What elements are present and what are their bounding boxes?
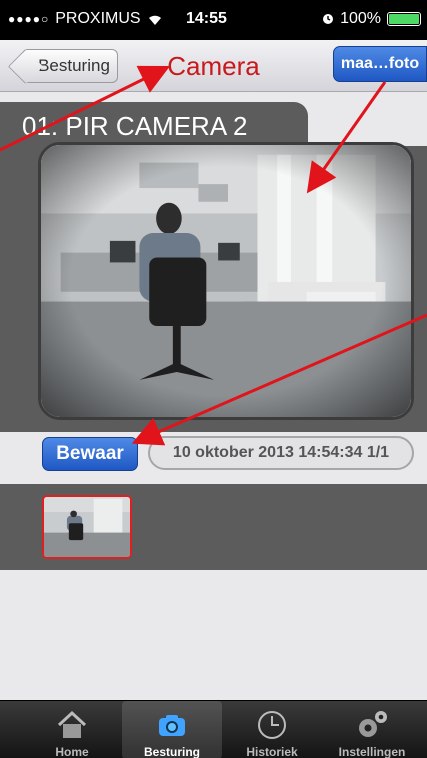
thumbnail-image — [44, 497, 130, 557]
carrier-name: PROXIMUS — [55, 10, 141, 27]
camera-image[interactable] — [38, 142, 414, 420]
take-photo-button[interactable]: maa…foto — [333, 46, 427, 82]
status-bar: ●●●●○ PROXIMUS 14:55 100% — [0, 0, 427, 40]
home-icon — [57, 710, 87, 738]
signal-icon: ●●●●○ — [8, 12, 50, 26]
tab-besturing[interactable]: Besturing — [122, 701, 222, 758]
navigation-bar: Besturing Camera maa…foto — [0, 40, 427, 92]
tab-label: Home — [55, 745, 89, 758]
battery-icon — [387, 12, 421, 26]
status-time: 14:55 — [186, 10, 227, 27]
tab-label: Instellingen — [338, 745, 406, 758]
tab-label: Historiek — [246, 745, 298, 758]
image-timestamp: 10 oktober 2013 14:54:34 1/1 — [148, 436, 414, 470]
image-thumbnail[interactable] — [42, 495, 132, 559]
tab-historiek[interactable]: Historiek — [222, 701, 322, 758]
tab-bar: Home Besturing Historiek Instellingen — [0, 700, 427, 758]
save-button[interactable]: Bewaar — [42, 437, 138, 471]
tab-label: Besturing — [143, 745, 200, 758]
camera-icon — [159, 715, 185, 736]
wifi-icon — [148, 15, 161, 25]
office-scene-image — [41, 145, 411, 417]
alarm-icon — [323, 14, 334, 24]
tab-home[interactable]: Home — [22, 701, 122, 758]
battery-percent: 100% — [340, 10, 381, 27]
tab-instellingen[interactable]: Instellingen — [322, 701, 422, 758]
clock-icon — [258, 711, 286, 739]
gears-icon — [359, 711, 387, 737]
